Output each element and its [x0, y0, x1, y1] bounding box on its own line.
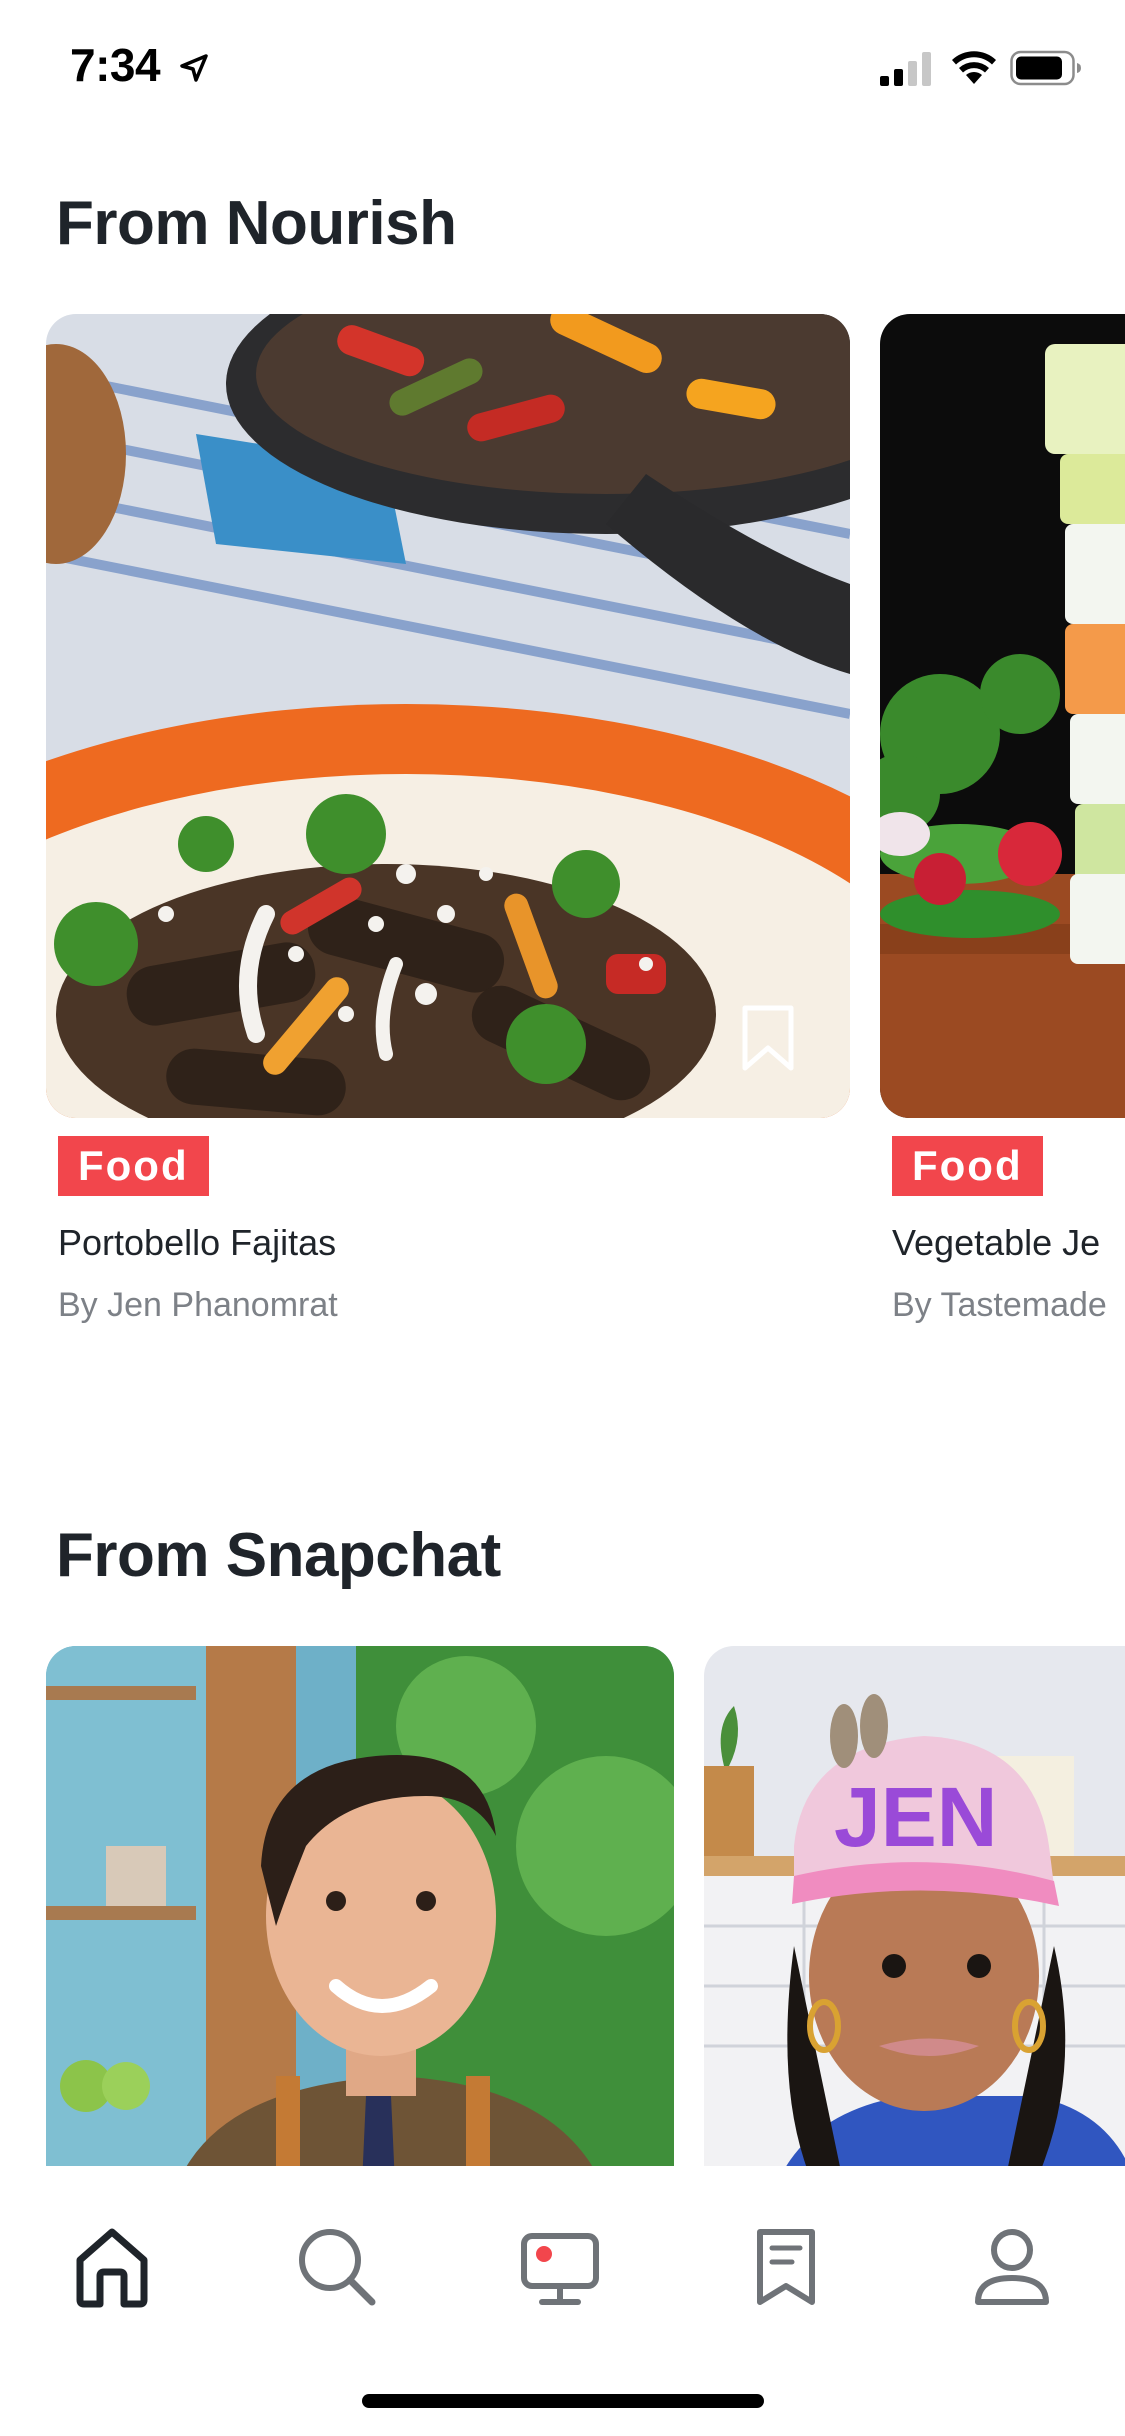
card-author: By Tastemade [892, 1286, 1107, 1324]
profile-icon [975, 2229, 1049, 2305]
nourish-carousel[interactable]: Food Portobello Fajitas By Jen Phanomrat [0, 314, 1125, 1354]
fajitas-photo [46, 314, 850, 1118]
card-thumbnail-vegetable[interactable] [880, 314, 1125, 1118]
video-card[interactable]: Food Vegetable Je By Tastemade [880, 314, 1125, 1354]
card-author: By Jen Phanomrat [58, 1286, 338, 1324]
host-photo [46, 1646, 674, 2166]
card-title[interactable]: Vegetable Je [892, 1222, 1100, 1264]
search-icon [299, 2229, 376, 2306]
category-badge: Food [892, 1136, 1043, 1196]
svg-text:JEN: JEN [834, 1770, 997, 1864]
vegetable-photo [880, 314, 1125, 1118]
wifi-icon [952, 51, 996, 84]
card-thumbnail-host[interactable] [46, 1646, 674, 2166]
card-thumbnail-fajitas[interactable] [46, 314, 850, 1118]
home-icon [76, 2228, 148, 2308]
snapchat-carousel[interactable]: JEN [0, 1646, 1125, 2166]
live-tv-icon [521, 2233, 599, 2305]
saved-icon [757, 2229, 815, 2305]
cellular-signal-icon [880, 52, 931, 86]
card-title[interactable]: Portobello Fajitas [58, 1222, 336, 1264]
nav-home[interactable] [62, 2216, 162, 2316]
bookmark-icon[interactable] [740, 1004, 796, 1072]
section-title-snapchat: From Snapchat [56, 1521, 501, 1590]
section-title-nourish: From Nourish [56, 189, 457, 258]
nav-search[interactable] [286, 2216, 386, 2316]
snapchat-card[interactable]: JEN [704, 1646, 1125, 2166]
location-arrow-icon [180, 54, 208, 82]
video-card[interactable]: Food Portobello Fajitas By Jen Phanomrat [46, 314, 850, 1354]
status-bar: 7:34 [0, 0, 1125, 140]
category-badge: Food [58, 1136, 209, 1196]
nav-live[interactable] [510, 2216, 610, 2316]
nav-profile[interactable] [962, 2216, 1062, 2316]
home-indicator[interactable] [362, 2394, 764, 2408]
nav-saved[interactable] [736, 2216, 836, 2316]
card-thumbnail-jen[interactable]: JEN [704, 1646, 1125, 2166]
jen-photo: JEN [704, 1646, 1125, 2166]
status-time: 7:34 [70, 39, 161, 91]
snapchat-card[interactable] [46, 1646, 674, 2166]
battery-icon [1010, 50, 1081, 86]
